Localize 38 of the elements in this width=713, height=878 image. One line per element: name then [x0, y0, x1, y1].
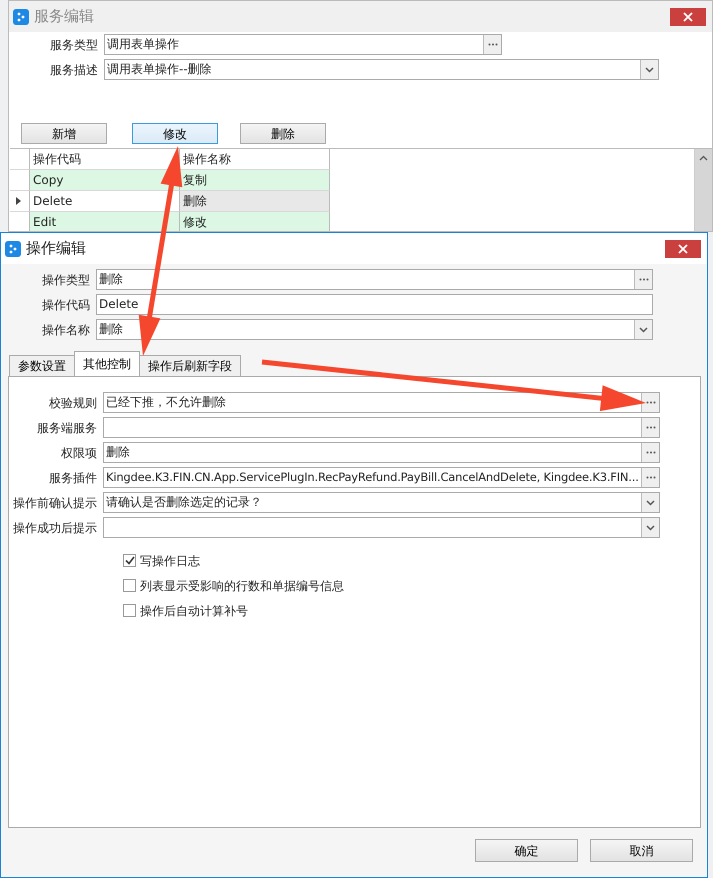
field-label: 校验规则	[48, 394, 98, 412]
table-cell: Edit	[30, 212, 180, 231]
window-title: 操作编辑	[26, 238, 86, 260]
tab[interactable]: 参数设置	[9, 355, 75, 376]
table-cell: 复制	[180, 170, 330, 191]
toolbar-button[interactable]: 删除	[240, 123, 326, 144]
field-label: 操作前确认提示	[12, 494, 98, 512]
checkbox-label: 列表显示受影响的行数和单据编号信息	[140, 578, 344, 594]
field-label: 操作名称	[41, 322, 91, 338]
window-title: 服务编辑	[34, 6, 94, 28]
field-label: 服务类型	[49, 36, 99, 54]
input-field[interactable]: Delete	[96, 294, 653, 315]
field-label: 服务端服务	[36, 420, 98, 436]
input-field[interactable]: 调用表单操作--删除	[104, 59, 659, 80]
toolbar-button[interactable]: 修改	[132, 123, 218, 144]
field-label: 操作类型	[41, 272, 91, 288]
field-label: 服务描述	[49, 62, 99, 78]
input-field[interactable]: Kingdee.K3.FIN.CN.App.ServicePlugIn.RecPayRefund.PayBill.CancelAndDelete, Kingdee.K3.FIN...	[103, 467, 660, 488]
input-field[interactable]: 删除	[96, 319, 653, 340]
table-cell: Delete	[30, 191, 180, 212]
dialog-button[interactable]: 取消	[590, 839, 693, 862]
field-label: 服务插件	[48, 470, 98, 486]
table-cell: 修改	[180, 212, 330, 231]
input-field[interactable]: 删除	[96, 269, 653, 290]
tab[interactable]: 其他控制	[74, 351, 140, 376]
dialog-button[interactable]: 确定	[475, 839, 578, 862]
input-field[interactable]: 已经下推，不允许删除	[103, 392, 660, 413]
input-field[interactable]: 请确认是否删除选定的记录？	[103, 492, 660, 513]
checkbox-label: 操作后自动计算补号	[140, 602, 248, 620]
input-field[interactable]: 调用表单操作	[104, 34, 502, 55]
input-field[interactable]: 删除	[103, 442, 660, 463]
tab[interactable]: 操作后刷新字段	[139, 355, 241, 376]
toolbar-button[interactable]: 新增	[21, 123, 107, 144]
field-label: 权限项	[60, 444, 98, 462]
table-cell: 删除	[180, 191, 330, 212]
checkbox-label: 写操作日志	[140, 552, 200, 570]
field-label: 操作代码	[41, 296, 91, 314]
field-label: 操作成功后提示	[12, 520, 98, 536]
